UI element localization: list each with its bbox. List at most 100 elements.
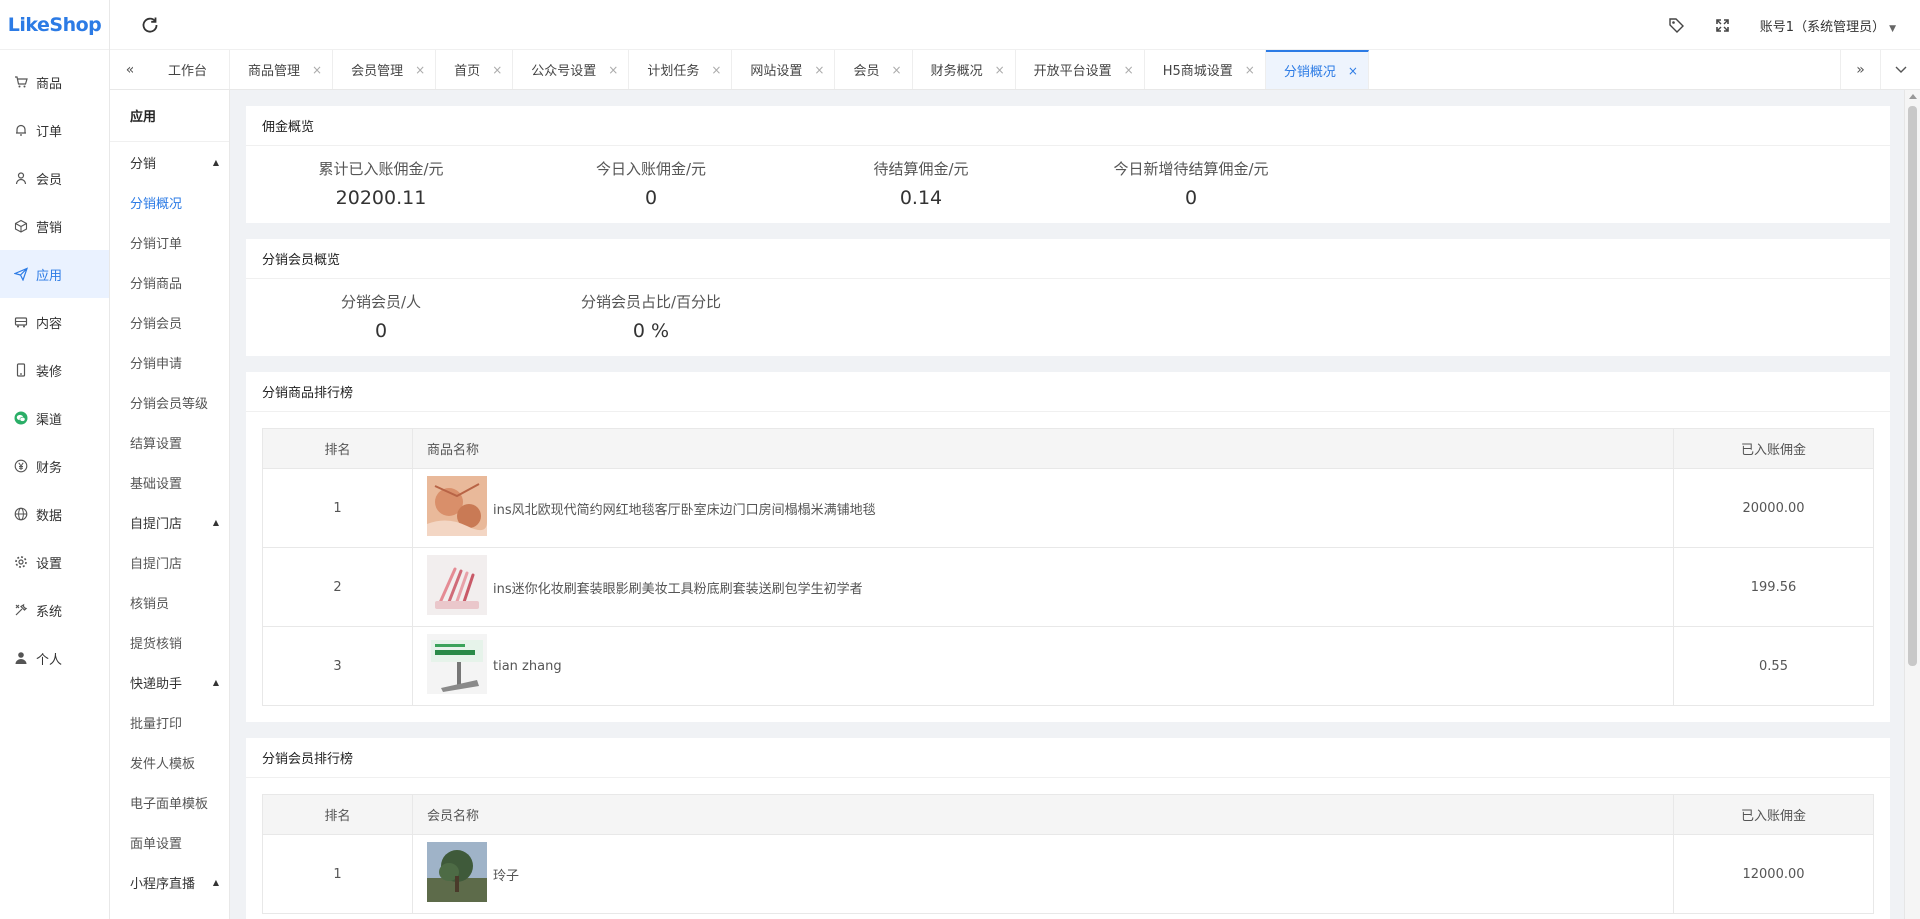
nav-item-11[interactable]: 系统 [0, 586, 109, 634]
submenu-item[interactable]: 发件人模板 [110, 742, 229, 782]
submenu-item[interactable]: 分销申请 [110, 342, 229, 382]
nav-item-1[interactable]: 订单 [0, 106, 109, 154]
submenu-item[interactable]: 分销会员 [110, 302, 229, 342]
product-thumbnail [427, 634, 487, 698]
logo[interactable]: LikeShop [0, 0, 109, 50]
tab-2[interactable]: 会员管理 × [333, 50, 437, 89]
logo-text: LikeShop [7, 13, 102, 36]
submenu-item[interactable]: 提货核销 [110, 622, 229, 662]
submenu-item[interactable]: 基础设置 [110, 462, 229, 502]
tab-close-icon[interactable]: × [814, 63, 824, 77]
stat-label: 今日新增待结算佣金/元 [1113, 160, 1269, 178]
stat-item: 今日入账佣金/元 0 [516, 158, 786, 209]
scroll-up-icon[interactable] [1909, 94, 1917, 99]
nav-item-4[interactable]: 应用 [0, 250, 109, 298]
refresh-icon[interactable] [140, 15, 160, 35]
box-icon [14, 219, 28, 233]
submenu-item[interactable]: 批量打印 [110, 702, 229, 742]
nav-item-label: 内容 [36, 316, 63, 332]
tab-10[interactable]: H5商城设置 × [1145, 50, 1266, 89]
tab-close-icon[interactable]: × [1245, 63, 1255, 77]
submenu-group-label: 小程序直播 [130, 876, 196, 892]
submenu-group-2[interactable]: 快递助手 ▲ [110, 662, 229, 702]
submenu-group-label: 自提门店 [130, 516, 183, 532]
stat-value: 0.14 [899, 187, 943, 209]
tab-8[interactable]: 财务概况 × [913, 50, 1016, 89]
nav-item-6[interactable]: 装修 [0, 346, 109, 394]
tools-icon [14, 603, 28, 617]
tab-4[interactable]: 公众号设置 × [513, 50, 630, 89]
submenu-item[interactable]: 面单设置 [110, 822, 229, 862]
submenu-item[interactable]: 分销订单 [110, 222, 229, 262]
commission-overview-title: 佣金概览 [246, 106, 1890, 146]
tab-7[interactable]: 会员 × [835, 50, 913, 89]
nav-item-9[interactable]: 数据 [0, 490, 109, 538]
tab-close-icon[interactable]: × [995, 63, 1005, 77]
tab-0[interactable]: 工作台 [150, 50, 231, 89]
submenu-group-3[interactable]: 小程序直播 ▲ [110, 862, 229, 902]
tab-close-icon[interactable]: × [711, 63, 721, 77]
submenu-item[interactable]: 分销商品 [110, 262, 229, 302]
nav-item-label: 设置 [36, 556, 63, 572]
nav-item-label: 会员 [36, 172, 63, 188]
tab-close-icon[interactable]: × [1124, 63, 1134, 77]
stat-item: 分销会员/人 0 [246, 291, 516, 342]
nav-item-7[interactable]: 渠道 [0, 394, 109, 442]
tabs-menu-chevron-icon[interactable] [1880, 50, 1920, 89]
nav-item-label: 营销 [36, 220, 63, 236]
product-thumbnail [427, 476, 487, 540]
collapse-arrow-icon: ▲ [212, 517, 219, 527]
tab-3[interactable]: 首页 × [436, 50, 514, 89]
tab-close-icon[interactable]: × [608, 63, 618, 77]
nav-item-2[interactable]: 会员 [0, 154, 109, 202]
column-header-goods-name: 商品名称 [412, 428, 1674, 469]
tab-label: 网站设置 [750, 64, 803, 79]
nav-item-0[interactable]: 商品 [0, 58, 109, 106]
tab-label: 分销概况 [1283, 65, 1336, 80]
stat-value: 0 [644, 187, 658, 209]
submenu-item[interactable]: 自提门店 [110, 542, 229, 582]
app-submenu: 应用 分销 ▲ 分销概况 分销订单 分销商品 分销会员 分销申请 分销会员等级 结算设置 基础设置… [110, 90, 230, 919]
rank-cell: 1 [262, 468, 413, 548]
nav-item-10[interactable]: 设置 [0, 538, 109, 586]
product-name: ins风北欧现代简约网红地毯客厅卧室床边门口房间榻榻米满铺地毯 [493, 502, 876, 518]
fullscreen-icon[interactable] [1714, 16, 1732, 34]
tabs-scroll-left-icon[interactable]: « [110, 50, 150, 89]
tab-close-icon[interactable]: × [492, 63, 502, 77]
tab-close-icon[interactable]: × [1348, 64, 1358, 78]
tab-11[interactable]: 分销概况 × [1265, 50, 1369, 89]
submenu-group-1[interactable]: 自提门店 ▲ [110, 502, 229, 542]
nav-item-5[interactable]: 内容 [0, 298, 109, 346]
submenu-item[interactable]: 电子面单模板 [110, 782, 229, 822]
globe-icon [14, 507, 28, 521]
collapse-arrow-icon: ▲ [212, 157, 219, 167]
submenu-item[interactable]: 核销员 [110, 582, 229, 622]
tab-label: 会员管理 [351, 64, 404, 79]
member-stats: 分销会员/人 0 分销会员占比/百分比 0 % [246, 279, 1890, 356]
account-dropdown[interactable]: 账号1（系统管理员） ▼ [1760, 16, 1896, 35]
tab-6[interactable]: 网站设置 × [732, 50, 836, 89]
submenu-item[interactable]: 分销会员等级 [110, 382, 229, 422]
tag-icon[interactable] [1668, 16, 1686, 34]
tab-5[interactable]: 计划任务 × [629, 50, 733, 89]
tab-close-icon[interactable]: × [892, 63, 902, 77]
submenu-group-0[interactable]: 分销 ▲ [110, 142, 229, 182]
name-cell: ins迷你化妆刷套装眼影刷美妆工具粉底刷套装送刷包学生初学者 [412, 547, 1674, 627]
nav-item-label: 个人 [36, 652, 63, 668]
tab-track: 工作台 商品管理 × 会员管理 × 首页 × 公众号设置 × 计划任务 × 网站设置 × 会员 × 财务概况 ×… [150, 50, 1840, 89]
nav-item-12[interactable]: 个人 [0, 634, 109, 682]
tab-9[interactable]: 开放平台设置 × [1016, 50, 1145, 89]
product-name: tian zhang [493, 658, 562, 674]
tab-1[interactable]: 商品管理 × [230, 50, 334, 89]
nav-item-8[interactable]: 财务 [0, 442, 109, 490]
nav-item-3[interactable]: 营销 [0, 202, 109, 250]
submenu-item[interactable]: 结算设置 [110, 422, 229, 462]
tab-close-icon[interactable]: × [415, 63, 425, 77]
member-name: 玲子 [493, 868, 520, 884]
tab-close-icon[interactable]: × [312, 63, 322, 77]
tabs-scroll-right-icon[interactable]: » [1840, 50, 1880, 89]
member-rank-table: 排名 会员名称 已入账佣金 1 玲子 12000.00 [262, 794, 1874, 914]
submenu-item[interactable]: 分销概况 [110, 182, 229, 222]
scrollbar-thumb[interactable] [1908, 106, 1917, 666]
vertical-scrollbar[interactable] [1904, 90, 1920, 919]
